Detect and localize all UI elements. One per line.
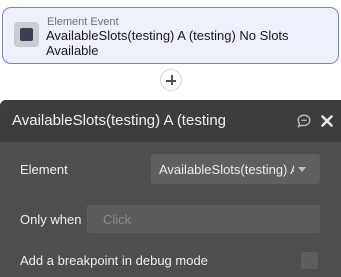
element-dropdown[interactable]: AvailableSlots(testing) A — [151, 154, 320, 184]
element-event-icon-square — [20, 28, 33, 41]
element-label: Element — [20, 162, 68, 177]
add-action-button[interactable] — [160, 69, 182, 91]
debug-breakpoint-label: Add a breakpoint in debug mode — [20, 253, 208, 268]
event-card[interactable]: Element Event AvailableSlots(testing) A … — [2, 7, 339, 64]
debug-breakpoint-checkbox[interactable] — [301, 252, 318, 269]
chevron-down-icon — [298, 167, 306, 172]
property-panel: AvailableSlots(testing) A (testing — [0, 100, 341, 277]
panel-title: AvailableSlots(testing) A (testing — [12, 112, 227, 129]
close-icon[interactable] — [321, 115, 333, 127]
element-event-icon — [14, 22, 39, 47]
event-title: AvailableSlots(testing) A (testing) No S… — [46, 28, 289, 58]
workflow-editor: Element Event AvailableSlots(testing) A … — [0, 0, 341, 277]
only-when-input[interactable] — [87, 205, 320, 233]
event-kind-label: Element Event — [47, 16, 119, 28]
element-dropdown-value: AvailableSlots(testing) A — [159, 162, 294, 177]
only-when-label: Only when — [20, 212, 82, 227]
panel-header: AvailableSlots(testing) A (testing — [0, 100, 341, 142]
comment-icon[interactable] — [297, 114, 311, 128]
